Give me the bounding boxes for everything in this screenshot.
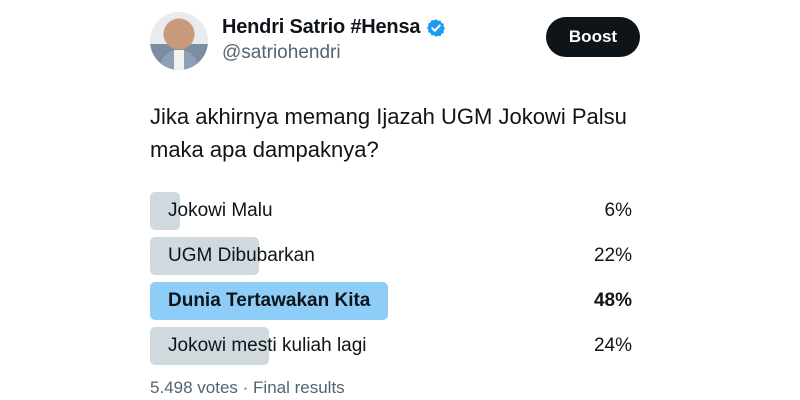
boost-button[interactable]: Boost <box>546 17 640 57</box>
poll-summary: 5.498 votes · Final results <box>150 378 345 398</box>
separator-dot: · <box>242 378 254 397</box>
poll-option-percent: 6% <box>604 200 632 221</box>
poll-status: Final results <box>253 378 345 397</box>
poll-option-ugm-dibubarkan: UGM Dibubarkan 22% <box>150 237 634 275</box>
author-display-name[interactable]: Hendri Satrio #Hensa <box>222 16 420 39</box>
author-name-row: Hendri Satrio #Hensa <box>222 16 446 39</box>
verified-badge-icon <box>426 18 446 38</box>
poll-option-dunia-tertawakan-kita: Dunia Tertawakan Kita 48% <box>150 282 634 320</box>
poll-option-jokowi-mesti-kuliah-lagi: Jokowi mesti kuliah lagi 24% <box>150 327 634 365</box>
poll-option-jokowi-malu: Jokowi Malu 6% <box>150 192 634 230</box>
poll-option-label: UGM Dibubarkan <box>168 245 315 266</box>
avatar[interactable] <box>150 12 208 70</box>
poll-option-label: Jokowi Malu <box>168 200 273 221</box>
poll: Jokowi Malu 6% UGM Dibubarkan 22% Dunia … <box>150 192 634 372</box>
poll-option-label: Jokowi mesti kuliah lagi <box>168 335 367 356</box>
author-handle[interactable]: @satriohendri <box>222 42 341 64</box>
poll-option-percent: 24% <box>593 335 632 356</box>
tweet-text: Jika akhirnya memang Ijazah UGM Jokowi P… <box>150 104 627 162</box>
avatar-collar <box>174 50 184 70</box>
poll-option-label: Dunia Tertawakan Kita <box>168 290 371 311</box>
poll-option-percent: 48% <box>593 290 632 311</box>
poll-vote-count: 5.498 votes <box>150 378 238 397</box>
tweet-header: Hendri Satrio #Hensa @satriohendri Boost <box>150 12 640 72</box>
poll-option-percent: 22% <box>593 245 632 266</box>
